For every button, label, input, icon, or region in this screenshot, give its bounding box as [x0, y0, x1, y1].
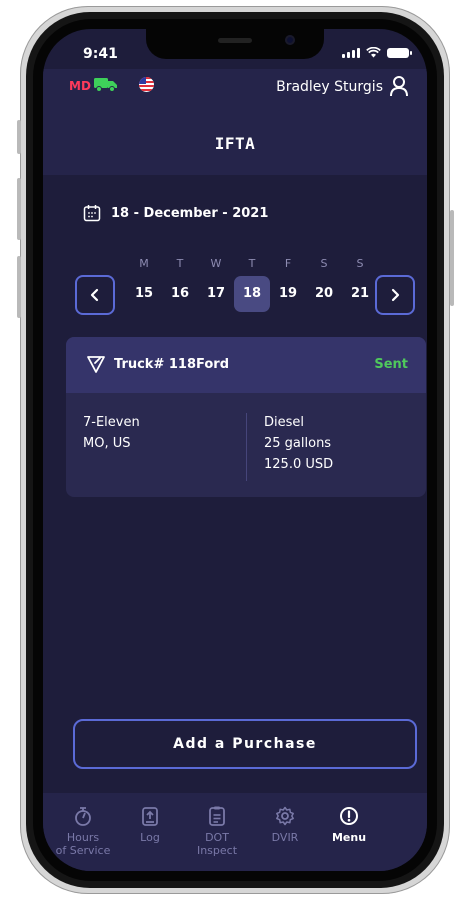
day-cell[interactable]: 16	[162, 276, 198, 312]
weekday-label: M	[139, 257, 149, 270]
volume-down-button	[17, 256, 21, 318]
us-flag-icon[interactable]	[139, 77, 154, 92]
stopwatch-icon	[75, 807, 91, 826]
fuel-quantity: 25 gallons	[264, 436, 332, 451]
front-camera	[285, 35, 295, 45]
prev-week-button[interactable]	[75, 275, 115, 315]
day-cell[interactable]: 21	[342, 276, 378, 312]
status-icons	[342, 47, 412, 58]
nav-label: Hours	[66, 831, 100, 844]
signal-icon	[342, 47, 360, 58]
selected-date[interactable]: 18 - December - 2021	[83, 203, 268, 223]
bottom-nav: Hours of Service Log DOT Inspect DVIR Me…	[43, 793, 427, 871]
nav-dvir[interactable]: DVIR	[255, 805, 315, 844]
weekday-label: W	[210, 257, 222, 270]
card-divider	[246, 413, 247, 481]
purchase-location: 7-Eleven MO, US	[83, 412, 140, 454]
gear-icon	[276, 806, 294, 826]
user-profile-icon[interactable]	[389, 75, 409, 97]
week-days: 15 16 17 18 19 20 21	[126, 276, 378, 312]
nav-label: DOT	[205, 831, 229, 844]
station-name: 7-Eleven	[83, 415, 140, 430]
power-button	[450, 210, 454, 306]
nav-menu[interactable]: Menu	[319, 805, 379, 844]
purchase-amount: 125.0 USD	[264, 457, 334, 472]
calendar-icon	[83, 205, 101, 222]
battery-icon	[387, 48, 412, 58]
status-badge: Sent	[374, 357, 408, 372]
purchase-details: Diesel 25 gallons 125.0 USD	[264, 412, 333, 475]
fuel-type: Diesel	[264, 415, 305, 430]
info-icon	[340, 807, 358, 825]
log-upload-icon	[142, 807, 158, 826]
day-cell[interactable]: 20	[306, 276, 342, 312]
chevron-left-icon	[90, 288, 99, 302]
nav-label-line2: of Service	[55, 844, 111, 857]
nav-label: DVIR	[271, 831, 299, 844]
nav-label: Log	[140, 831, 160, 844]
nav-hours-of-service[interactable]: Hours of Service	[53, 805, 113, 857]
weekday-header: M T W T F S S	[126, 257, 378, 270]
truck-icon[interactable]	[94, 77, 118, 92]
speaker-grille	[218, 38, 252, 43]
header-row: MD Bradley Sturgis	[43, 69, 427, 99]
truck-number: Truck# 118Ford	[114, 357, 230, 372]
chevron-right-icon	[391, 288, 400, 302]
day-cell[interactable]: 17	[198, 276, 234, 312]
date-label: 18 - December - 2021	[111, 205, 269, 221]
app-screen: 9:41 MD Bradley Sturgis IFTA 18 - Decemb…	[43, 29, 427, 871]
weekday-label: T	[248, 257, 256, 270]
clipboard-icon	[209, 806, 225, 826]
day-cell[interactable]: 15	[126, 276, 162, 312]
next-week-button[interactable]	[375, 275, 415, 315]
fuel-truck-icon	[87, 356, 105, 373]
add-purchase-button[interactable]: Add a Purchase	[73, 719, 417, 769]
weekday-label: S	[356, 257, 364, 270]
nav-label-line2: Inspect	[196, 844, 238, 857]
volume-up-button	[17, 178, 21, 240]
user-name[interactable]: Bradley Sturgis	[276, 79, 383, 95]
notch	[146, 29, 324, 59]
nav-dot-inspect[interactable]: DOT Inspect	[187, 805, 247, 857]
card-header: Truck# 118Ford Sent	[66, 337, 426, 393]
state-code: MD	[69, 79, 91, 93]
day-cell-selected[interactable]: 18	[234, 276, 270, 312]
silent-switch	[17, 120, 21, 154]
wifi-icon	[366, 47, 381, 58]
status-time: 9:41	[83, 46, 118, 62]
page-title: IFTA	[214, 134, 256, 153]
weekday-label: T	[176, 257, 184, 270]
nav-log[interactable]: Log	[120, 805, 180, 844]
day-cell[interactable]: 19	[270, 276, 306, 312]
weekday-label: F	[284, 257, 292, 270]
station-location: MO, US	[83, 436, 131, 451]
fuel-purchase-card[interactable]: Truck# 118Ford Sent 7-Eleven MO, US Dies…	[66, 337, 426, 497]
weekday-label: S	[320, 257, 328, 270]
nav-label: Menu	[331, 831, 367, 844]
